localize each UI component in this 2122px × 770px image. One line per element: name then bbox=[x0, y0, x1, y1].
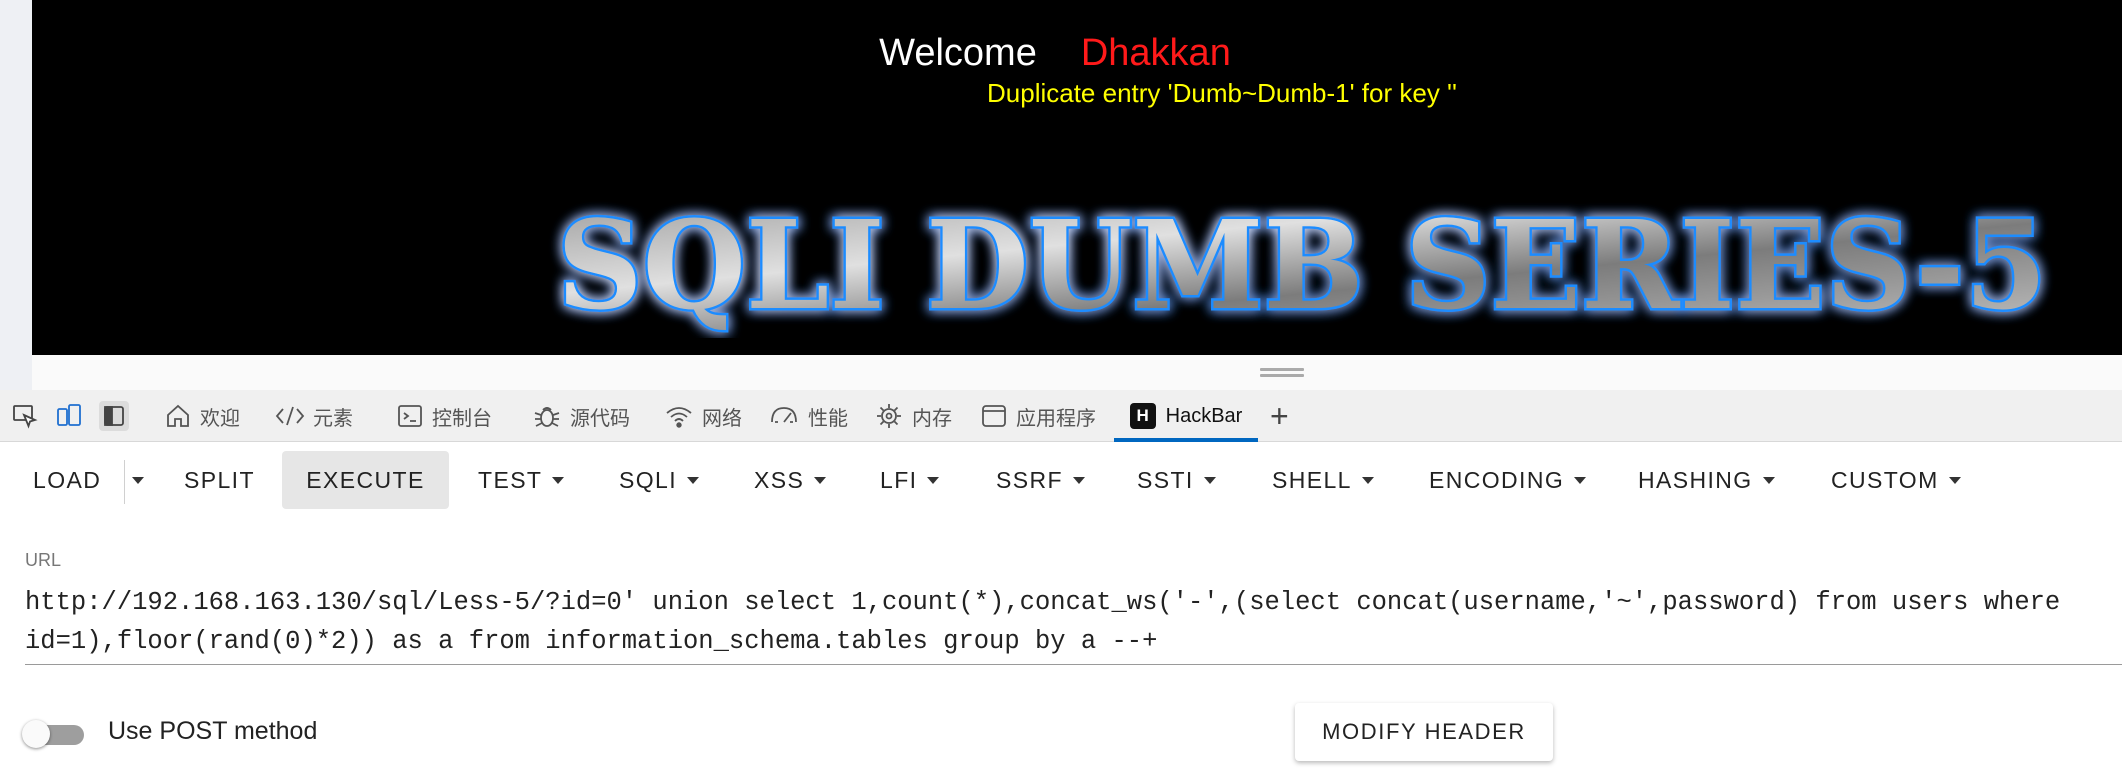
post-method-toggle[interactable] bbox=[22, 717, 88, 749]
banner-text: SQLI DUMB SERIES-5 bbox=[557, 193, 2047, 337]
plus-icon: + bbox=[1270, 397, 1289, 434]
tab-performance-label: 性能 bbox=[808, 407, 848, 430]
encoding-label: ENCODING bbox=[1429, 466, 1565, 493]
caret-down-icon bbox=[1072, 476, 1085, 484]
tab-network[interactable]: 网络 bbox=[664, 390, 742, 442]
caret-down-icon bbox=[552, 476, 565, 484]
caret-down-icon bbox=[1361, 476, 1374, 484]
url-field[interactable]: http://192.168.163.130/sql/Less-5/?id=0'… bbox=[25, 583, 2122, 661]
hackbar-toolbar: LOAD SPLIT EXECUTE TEST SQLI XSS LFI SSR… bbox=[0, 443, 2122, 519]
caret-down-icon bbox=[132, 476, 144, 484]
caret-down-icon bbox=[814, 476, 827, 484]
execute-label: EXECUTE bbox=[306, 466, 425, 493]
url-label: URL bbox=[25, 550, 62, 570]
devtools-tab-bar: 欢迎 元素 控制台 源代码 网络 性能 内存 应用程序 H HackBar + bbox=[0, 390, 2122, 442]
url-line-2: id=1),floor(rand(0)*2)) as a from inform… bbox=[25, 627, 1158, 656]
url-line-1: http://192.168.163.130/sql/Less-5/?id=0'… bbox=[25, 588, 2061, 617]
shell-menu[interactable]: SHELL bbox=[1272, 451, 1374, 509]
welcome-text: Welcome bbox=[879, 32, 1037, 74]
execute-button[interactable]: EXECUTE bbox=[282, 451, 449, 509]
lfi-menu[interactable]: LFI bbox=[880, 451, 940, 509]
load-divider bbox=[124, 460, 125, 504]
url-underline bbox=[25, 664, 2122, 665]
caret-down-icon bbox=[927, 476, 940, 484]
code-icon bbox=[275, 406, 305, 426]
left-gutter bbox=[0, 0, 32, 390]
xss-menu[interactable]: XSS bbox=[754, 451, 827, 509]
welcome-line: Welcome Dhakkan bbox=[32, 32, 2122, 75]
lfi-label: LFI bbox=[880, 466, 918, 493]
tab-welcome-label: 欢迎 bbox=[200, 407, 240, 430]
xss-label: XSS bbox=[754, 466, 805, 493]
tab-application-label: 应用程序 bbox=[1016, 407, 1096, 430]
tab-sources-label: 源代码 bbox=[570, 407, 630, 430]
caret-down-icon bbox=[1574, 476, 1587, 484]
hackbar-logo: H bbox=[1129, 403, 1156, 429]
split-label: SPLIT bbox=[184, 466, 255, 493]
tab-application[interactable]: 应用程序 bbox=[980, 390, 1096, 442]
test-label: TEST bbox=[478, 466, 543, 493]
ssrf-label: SSRF bbox=[996, 466, 1063, 493]
banner-title: SQLI DUMB SERIES-5 bbox=[555, 191, 2050, 339]
wifi-icon bbox=[666, 407, 692, 428]
ssti-menu[interactable]: SSTI bbox=[1137, 451, 1216, 509]
sqli-label: SQLI bbox=[619, 466, 678, 493]
ssrf-menu[interactable]: SSRF bbox=[996, 451, 1085, 509]
tab-memory[interactable]: 内存 bbox=[874, 390, 952, 442]
hashing-label: HASHING bbox=[1638, 466, 1753, 493]
tab-memory-label: 内存 bbox=[912, 407, 952, 430]
viewport-bottom bbox=[32, 355, 2122, 390]
load-label: LOAD bbox=[33, 466, 102, 493]
device-emulation-icon[interactable] bbox=[54, 401, 84, 431]
console-icon bbox=[398, 405, 422, 427]
load-dropdown-button[interactable] bbox=[132, 451, 144, 509]
tab-console[interactable]: 控制台 bbox=[396, 390, 492, 442]
custom-label: CUSTOM bbox=[1831, 466, 1939, 493]
chip-icon bbox=[877, 404, 901, 428]
tab-sources[interactable]: 源代码 bbox=[532, 390, 630, 442]
tab-hackbar-label: HackBar bbox=[1165, 404, 1243, 427]
inspect-icon[interactable] bbox=[10, 401, 40, 431]
ssti-label: SSTI bbox=[1137, 466, 1194, 493]
bug-icon bbox=[534, 407, 560, 427]
caret-down-icon bbox=[1948, 476, 1961, 484]
toggle-knob bbox=[22, 720, 50, 748]
page-viewport: Welcome Dhakkan Duplicate entry 'Dumb~Dum… bbox=[32, 0, 2122, 355]
username-text: Dhakkan bbox=[1080, 32, 1231, 74]
hashing-menu[interactable]: HASHING bbox=[1638, 451, 1775, 509]
test-menu[interactable]: TEST bbox=[478, 451, 565, 509]
gauge-icon bbox=[771, 407, 797, 423]
shell-label: SHELL bbox=[1272, 466, 1352, 493]
tab-elements-label: 元素 bbox=[313, 407, 353, 430]
caret-down-icon bbox=[1762, 476, 1775, 484]
tab-console-label: 控制台 bbox=[432, 407, 492, 430]
tab-welcome[interactable]: 欢迎 bbox=[164, 390, 240, 442]
tab-performance[interactable]: 性能 bbox=[768, 390, 848, 442]
tab-network-label: 网络 bbox=[702, 407, 742, 430]
encoding-menu[interactable]: ENCODING bbox=[1429, 451, 1587, 509]
custom-menu[interactable]: CUSTOM bbox=[1831, 451, 1961, 509]
load-button[interactable]: LOAD bbox=[33, 451, 101, 509]
post-method-label: Use POST method bbox=[108, 717, 318, 745]
caret-down-icon bbox=[687, 476, 700, 484]
window-icon bbox=[982, 405, 1006, 427]
caret-down-icon bbox=[1203, 476, 1216, 484]
modify-header-button[interactable]: MODIFY HEADER bbox=[1295, 703, 1553, 761]
tab-elements[interactable]: 元素 bbox=[275, 390, 353, 442]
add-tab-button[interactable]: + bbox=[1270, 390, 1289, 442]
sqli-menu[interactable]: SQLI bbox=[619, 451, 700, 509]
dock-side-icon[interactable] bbox=[99, 401, 129, 431]
modify-header-label: MODIFY HEADER bbox=[1322, 719, 1526, 744]
tab-hackbar[interactable]: H HackBar bbox=[1114, 390, 1258, 442]
home-icon bbox=[167, 404, 189, 427]
panel-resize-handle[interactable] bbox=[1260, 368, 1304, 378]
error-message: Duplicate entry 'Dumb~Dumb-1' for key '' bbox=[987, 78, 1457, 108]
split-button[interactable]: SPLIT bbox=[184, 451, 255, 509]
